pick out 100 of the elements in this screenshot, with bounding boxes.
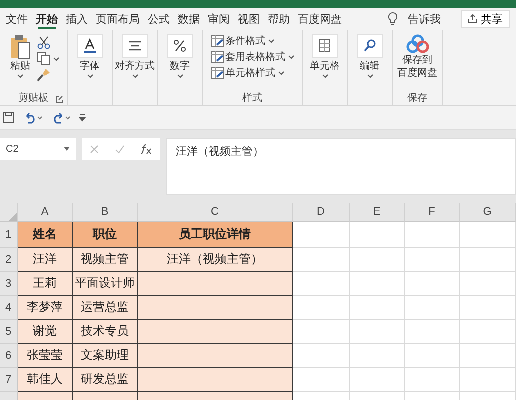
ribbon-tab[interactable]: 文件 [2,9,32,29]
style-menu-button[interactable]: 单元格样式 [210,66,294,80]
table-cell: 谢觉 [18,320,73,344]
group-label: 剪贴板 [18,93,48,104]
table-cell: 汪洋 [18,248,73,272]
table-cell [405,248,460,272]
table-cell: 李梦萍 [18,296,73,320]
row-header[interactable]: 5 [0,320,18,344]
function-icon[interactable] [140,144,152,154]
font-button[interactable]: 字体 [75,32,105,81]
style-menu-button[interactable]: 条件格式 [210,34,294,48]
name-box[interactable]: C2 [0,138,76,160]
row-header[interactable]: 1 [0,222,18,248]
table-cell [460,344,516,368]
table-cell: 张莹莹 [18,344,73,368]
dropdown-caret-icon [132,74,138,79]
ribbon-tab[interactable]: 数据 [174,9,204,29]
ribbon-tab[interactable]: 帮助 [264,9,294,29]
share-button[interactable]: 共享 [461,10,510,28]
table-cell [293,222,350,248]
column-header[interactable]: F [405,203,460,222]
dialog-launcher-icon[interactable] [56,96,63,103]
editing-button[interactable]: 编辑 [355,32,385,81]
column-header[interactable]: B [73,203,138,222]
table-cell [350,272,405,296]
number-button[interactable]: 数字 [165,32,195,81]
table-cell [350,320,405,344]
table-format-icon [210,51,224,63]
row-header[interactable]: 4 [0,296,18,320]
dropdown-caret-icon [17,74,24,79]
ribbon-tab[interactable]: 公式 [144,9,174,29]
table-cell [405,320,460,344]
save-icon[interactable] [3,112,15,124]
cells-button[interactable]: 单元格 [308,32,342,81]
column-header[interactable]: C [138,203,293,222]
table-cell [460,296,516,320]
ribbon-tab[interactable]: 审阅 [204,9,234,29]
customize-toolbar-icon[interactable] [79,114,86,122]
save-to-cloud-button[interactable]: 保存到 百度网盘 [396,32,440,82]
table-cell [405,222,460,248]
redo-icon[interactable] [51,112,71,124]
row-header[interactable]: 2 [0,248,18,272]
table-cell: 文案助理 [73,344,138,368]
formula-input[interactable]: 汪洋（视频主管） [166,138,516,195]
column-header[interactable]: G [460,203,516,222]
lightbulb-icon [388,12,398,26]
dropdown-caret-icon [268,38,274,44]
scissors-icon[interactable] [36,36,50,50]
row-header[interactable]: 6 [0,344,18,368]
checkmark-icon[interactable] [114,144,124,154]
column-header[interactable]: E [350,203,405,222]
table-cell [405,344,460,368]
table-cell [460,272,516,296]
ribbon-tab[interactable]: 插入 [62,9,92,29]
header-cell: 员工职位详情 [138,222,293,248]
table-cell [293,320,350,344]
ribbon-tab[interactable]: 开始 [32,9,62,29]
group-label: 样式 [242,93,262,104]
font-color-icon [82,38,98,54]
copy-icon[interactable] [36,52,50,66]
dropdown-caret-icon [64,147,70,151]
dropdown-caret-icon [86,74,94,79]
table-cell [350,296,405,320]
table-cell: 韩佳人 [18,368,73,392]
search-icon [362,38,378,54]
column-header[interactable]: D [293,203,350,222]
tell-me-search[interactable]: 告诉我 [408,12,441,26]
table-cell [350,344,405,368]
table-cell [293,344,350,368]
percent-icon [172,38,188,54]
align-button[interactable]: 对齐方式 [113,32,157,81]
group-label: 保存 [408,93,428,104]
dropdown-caret-icon [176,74,184,79]
row-header[interactable]: 3 [0,272,18,296]
dropdown-caret-icon [322,74,328,79]
table-cell: 视频主管 [73,248,138,272]
table-cell [460,368,516,392]
ribbon-tab[interactable]: 百度网盘 [294,9,346,29]
table-format-icon [210,67,224,79]
paste-button[interactable]: 粘贴 [8,32,34,81]
table-cell [405,296,460,320]
dropdown-caret-icon [288,54,294,60]
ribbon-tab[interactable]: 页面布局 [92,9,144,29]
table-cell [405,368,460,392]
table-cell: 平面设计师 [73,272,138,296]
share-icon [468,14,478,24]
paintbrush-icon[interactable] [36,68,50,82]
header-cell: 姓名 [18,222,73,248]
row-header[interactable]: 7 [0,368,18,392]
table-cells-icon [317,38,333,54]
cloud-rings-icon [406,34,430,54]
table-cell [460,320,516,344]
table-cell [293,248,350,272]
table-cell [350,248,405,272]
style-menu-button[interactable]: 套用表格格式 [210,50,294,64]
header-cell: 职位 [73,222,138,248]
table-cell: 运营总监 [73,296,138,320]
column-header[interactable]: A [18,203,73,222]
ribbon-tab[interactable]: 视图 [234,9,264,29]
align-center-icon [127,39,143,53]
